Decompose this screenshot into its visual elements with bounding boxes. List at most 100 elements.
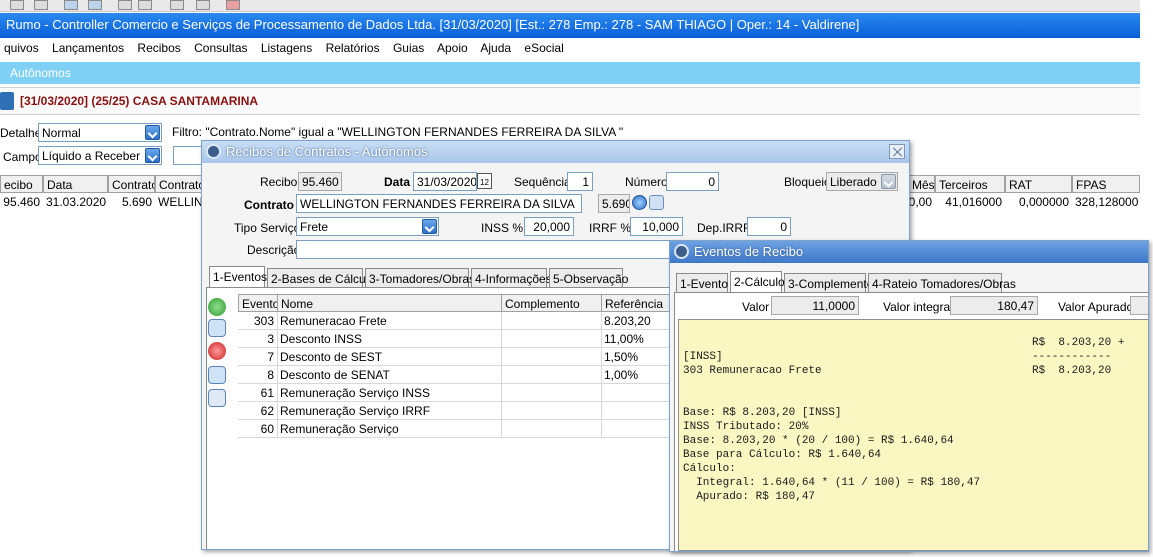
campo-label: Campo bbox=[3, 150, 42, 164]
calendar-icon[interactable]: 12 bbox=[477, 173, 492, 189]
row-evento[interactable]: 60 bbox=[238, 420, 278, 438]
col-rat[interactable]: RAT bbox=[1005, 175, 1072, 193]
col-fpas[interactable]: FPAS bbox=[1072, 175, 1140, 193]
row-nome[interactable]: Remuneracao Frete bbox=[277, 312, 502, 330]
detalhe-select[interactable]: Normal bbox=[38, 123, 162, 142]
chevron-down-icon[interactable] bbox=[881, 174, 896, 189]
bloqueio-select[interactable]: Liberado bbox=[826, 172, 898, 191]
search-icon[interactable] bbox=[632, 195, 647, 210]
row-evento[interactable]: 61 bbox=[238, 384, 278, 402]
row-evento[interactable]: 62 bbox=[238, 402, 278, 420]
export-icon[interactable] bbox=[196, 0, 210, 10]
numero-field[interactable]: 0 bbox=[666, 172, 719, 191]
edit-icon[interactable] bbox=[208, 319, 226, 337]
contrato-name-field[interactable]: WELLINGTON FERNANDES FERREIRA DA SILVA bbox=[296, 194, 582, 213]
col-evento[interactable]: Evento bbox=[238, 294, 278, 312]
tab-rateio[interactable]: 4-Rateio Tomadores/Obras bbox=[868, 273, 1016, 293]
tab-eventos[interactable]: 1-Eventos bbox=[209, 266, 267, 288]
col-terceiros[interactable]: Terceiros bbox=[935, 175, 1005, 193]
col-contrato-nome[interactable]: Contrato bbox=[155, 175, 205, 193]
close-tool-icon[interactable] bbox=[226, 0, 240, 10]
tab-informacoes[interactable]: 4-Informações bbox=[471, 268, 552, 288]
chevron-down-icon[interactable] bbox=[145, 148, 160, 163]
menu-consultas[interactable]: Consultas bbox=[194, 41, 247, 55]
menu-ajuda[interactable]: Ajuda bbox=[480, 41, 511, 55]
valor-integral-label: Valor integral bbox=[883, 300, 953, 314]
col-data[interactable]: Data bbox=[43, 175, 108, 193]
recibo-label: Recibo bbox=[260, 175, 298, 189]
tab-observacao[interactable]: 5-Observação bbox=[549, 268, 628, 288]
row-nome[interactable]: Remuneração Serviço INSS bbox=[277, 384, 502, 402]
row-complemento[interactable] bbox=[501, 348, 602, 366]
row-referencia[interactable]: 1,00% bbox=[601, 366, 671, 384]
edit-icon[interactable] bbox=[170, 0, 184, 10]
row-nome[interactable]: Desconto INSS bbox=[277, 330, 502, 348]
campo-select[interactable]: Líquido a Receber bbox=[38, 146, 162, 165]
row-referencia[interactable] bbox=[601, 402, 671, 420]
row-evento[interactable]: 303 bbox=[238, 312, 278, 330]
tipo-servico-select[interactable]: Frete bbox=[296, 217, 439, 236]
row-nome[interactable]: Remuneração Serviço bbox=[277, 420, 502, 438]
menu-apoio[interactable]: Apoio bbox=[437, 41, 468, 55]
eventos-dialog: Eventos de Recibo 1-Evento 2-Cálculo 3-C… bbox=[669, 240, 1149, 552]
menu-listagens[interactable]: Listagens bbox=[261, 41, 312, 55]
link-icon[interactable] bbox=[118, 0, 132, 10]
row-referencia[interactable]: 8.203,20 bbox=[601, 312, 671, 330]
filter-value-input[interactable] bbox=[173, 146, 203, 165]
contrato-code-field: 5.690 bbox=[598, 194, 630, 213]
dep-irrf-field[interactable]: 0 bbox=[747, 217, 791, 236]
tipo-servico-value: Frete bbox=[300, 220, 329, 234]
print-icon[interactable] bbox=[10, 0, 24, 10]
add-icon[interactable] bbox=[208, 298, 226, 316]
inss-field[interactable]: 20,000 bbox=[524, 217, 574, 236]
row-nome[interactable]: Desconto de SEST bbox=[277, 348, 502, 366]
col-complemento[interactable]: Complemento bbox=[501, 294, 602, 312]
row-evento[interactable]: 8 bbox=[238, 366, 278, 384]
row-referencia[interactable]: 1,50% bbox=[601, 348, 671, 366]
row-nome[interactable]: Desconto de SENAT bbox=[277, 366, 502, 384]
row-complemento[interactable] bbox=[501, 366, 602, 384]
irrf-field[interactable]: 10,000 bbox=[630, 217, 683, 236]
calculator-icon[interactable] bbox=[208, 366, 226, 384]
row-referencia[interactable]: 11,00% bbox=[601, 330, 671, 348]
menu-recibos[interactable]: Recibos bbox=[137, 41, 180, 55]
row-complemento[interactable] bbox=[501, 384, 602, 402]
row-complemento[interactable] bbox=[501, 420, 602, 438]
copy-icon[interactable] bbox=[64, 0, 78, 10]
card-icon[interactable] bbox=[649, 195, 664, 210]
document-icon[interactable] bbox=[208, 389, 226, 407]
data-field[interactable]: 31/03/2020 bbox=[413, 172, 477, 191]
menu-esocial[interactable]: eSocial bbox=[524, 41, 563, 55]
row-complemento[interactable] bbox=[501, 312, 602, 330]
tab-bases-calculo[interactable]: 2-Bases de Cálculo bbox=[267, 268, 375, 288]
delete-icon[interactable] bbox=[208, 342, 226, 360]
preview-icon[interactable] bbox=[34, 0, 48, 10]
row-referencia[interactable] bbox=[601, 384, 671, 402]
col-nome[interactable]: Nome bbox=[277, 294, 502, 312]
close-icon[interactable] bbox=[889, 144, 905, 159]
paste-icon[interactable] bbox=[88, 0, 102, 10]
tab-evento[interactable]: 1-Evento bbox=[676, 273, 728, 293]
tab-tomadores[interactable]: 3-Tomadores/Obras bbox=[365, 268, 475, 288]
col-mes[interactable]: Mês bbox=[908, 175, 935, 193]
home-icon[interactable] bbox=[138, 0, 152, 10]
row-nome[interactable]: Remuneração Serviço IRRF bbox=[277, 402, 502, 420]
menu-lancamentos[interactable]: Lançamentos bbox=[52, 41, 124, 55]
tab-calculo[interactable]: 2-Cálculo bbox=[730, 271, 785, 293]
menu-guias[interactable]: Guias bbox=[393, 41, 424, 55]
row-referencia[interactable] bbox=[601, 420, 671, 438]
tab-complemento[interactable]: 3-Complemento bbox=[784, 273, 873, 293]
menu-relatorios[interactable]: Relatórios bbox=[326, 41, 380, 55]
row-evento[interactable]: 3 bbox=[238, 330, 278, 348]
row-complemento[interactable] bbox=[501, 402, 602, 420]
menu-arquivos[interactable]: quivos bbox=[4, 41, 39, 55]
sequencia-field[interactable]: 1 bbox=[567, 172, 593, 191]
col-contrato[interactable]: Contrato bbox=[108, 175, 155, 193]
row-evento[interactable]: 7 bbox=[238, 348, 278, 366]
tipo-servico-label: Tipo Serviço bbox=[234, 221, 301, 235]
col-referencia[interactable]: Referência bbox=[601, 294, 671, 312]
chevron-down-icon[interactable] bbox=[422, 219, 437, 234]
row-complemento[interactable] bbox=[501, 330, 602, 348]
chevron-down-icon[interactable] bbox=[145, 125, 160, 140]
col-recibo[interactable]: ecibo bbox=[0, 175, 43, 193]
